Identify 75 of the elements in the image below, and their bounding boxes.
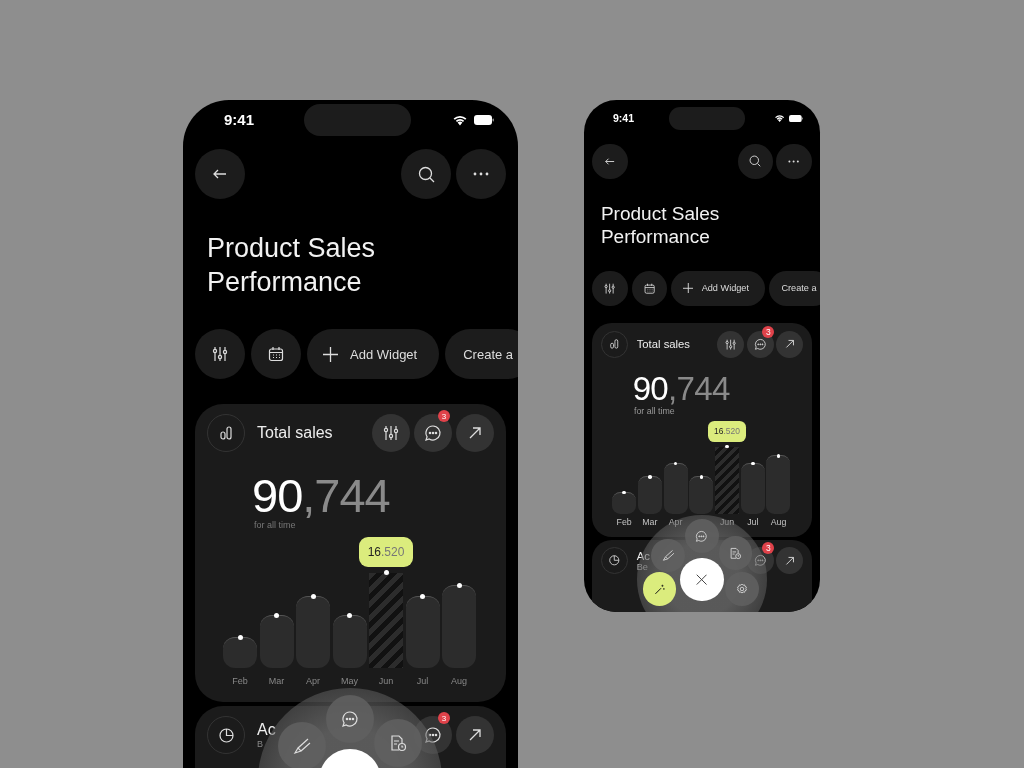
filter-button[interactable] xyxy=(717,330,745,358)
month-label: Jun xyxy=(719,517,735,528)
value-tooltip: 16.520 xyxy=(707,420,747,442)
month-label: Feb xyxy=(232,676,248,688)
month-label: Jun xyxy=(378,676,394,688)
bar-chart-icon xyxy=(220,426,232,440)
notification-count: 3 xyxy=(438,712,450,724)
add-widget-button[interactable]: Add Widget xyxy=(307,329,440,379)
chat-icon xyxy=(424,726,442,744)
month-label: Apr xyxy=(668,517,683,528)
month-label: Jul xyxy=(747,517,759,528)
brush-icon xyxy=(293,737,311,755)
total-value: 90,744 xyxy=(252,472,391,520)
page-title: Product Sales Performance xyxy=(600,201,721,250)
card-subtitle: Be xyxy=(636,561,649,572)
expand-button[interactable] xyxy=(776,547,804,574)
notification-count: 3 xyxy=(438,410,450,422)
filter-button[interactable] xyxy=(372,414,410,452)
month-label: May xyxy=(341,676,358,688)
expand-button[interactable] xyxy=(776,330,804,358)
add-widget-button[interactable]: Add Widget xyxy=(671,270,765,306)
status-time: 9:41 xyxy=(612,112,635,125)
comments-button[interactable] xyxy=(746,330,774,358)
arrow-up-right-icon xyxy=(468,426,482,440)
chart-bar[interactable] xyxy=(223,637,257,668)
battery-icon xyxy=(789,114,804,122)
status-time: 9:41 xyxy=(224,111,255,128)
month-label: Aug xyxy=(770,517,787,528)
expand-button[interactable] xyxy=(456,716,494,754)
search-button[interactable] xyxy=(737,143,773,179)
month-label: Jul xyxy=(416,676,429,688)
card-title: Ac xyxy=(257,721,276,739)
pie-chart-icon xyxy=(218,727,234,743)
value-tooltip: 16.520 xyxy=(358,537,414,567)
chart-bar[interactable] xyxy=(637,476,662,514)
more-icon xyxy=(473,172,489,176)
wifi-icon xyxy=(773,114,785,123)
calendar-icon xyxy=(268,346,284,362)
battery-icon xyxy=(474,114,494,125)
total-value: 90,744 xyxy=(632,371,731,406)
sliders-icon xyxy=(383,425,399,441)
notification-count: 3 xyxy=(762,542,775,555)
chat-icon xyxy=(341,710,359,728)
page-title: Product Sales Performance xyxy=(207,232,377,299)
comments-button[interactable] xyxy=(414,414,452,452)
notification-count: 3 xyxy=(762,325,775,338)
chat-icon xyxy=(424,424,442,442)
more-icon xyxy=(788,159,800,163)
filter-button[interactable] xyxy=(592,270,628,306)
card-subtitle: B xyxy=(257,739,264,749)
wifi-icon xyxy=(452,113,468,126)
month-label: Aug xyxy=(451,676,467,688)
card-title: Ac xyxy=(636,549,650,562)
total-caption: for all time xyxy=(254,520,297,530)
chart-bar[interactable] xyxy=(612,491,637,514)
filter-button[interactable] xyxy=(195,329,245,379)
calendar-button[interactable] xyxy=(631,270,668,306)
plus-icon xyxy=(323,346,338,362)
card-title: Total sales xyxy=(636,338,690,351)
back-arrow-icon xyxy=(213,169,227,179)
month-label: Feb xyxy=(616,517,632,528)
total-caption: for all time xyxy=(634,405,676,416)
arrow-up-right-icon xyxy=(468,728,482,742)
card-title: Total sales xyxy=(257,424,333,442)
month-label: Mar xyxy=(642,517,658,528)
calendar-button[interactable] xyxy=(251,329,301,379)
search-button[interactable] xyxy=(401,149,451,199)
search-icon xyxy=(417,165,435,183)
sliders-icon xyxy=(212,346,228,362)
create-button[interactable]: Create a xyxy=(768,270,821,306)
document-clock-icon xyxy=(389,734,407,752)
month-label: Apr xyxy=(306,676,320,688)
month-label: Mar xyxy=(268,676,285,688)
expand-button[interactable] xyxy=(456,414,494,452)
create-button[interactable]: Create a xyxy=(445,329,518,379)
